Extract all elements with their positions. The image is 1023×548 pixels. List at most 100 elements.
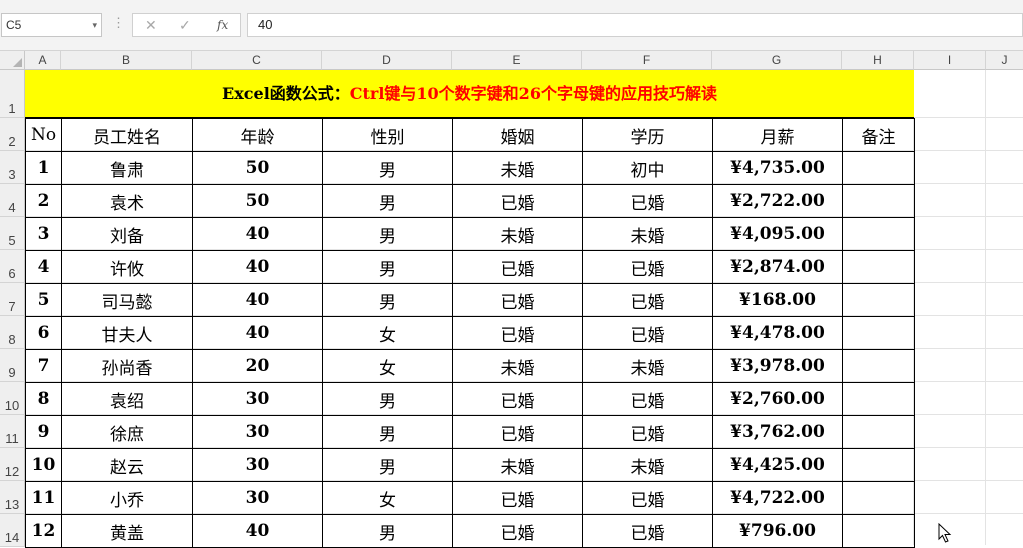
cell-name[interactable]: 刘备 <box>61 217 193 251</box>
cell-gender[interactable]: 女 <box>322 349 453 383</box>
cell-education[interactable]: 已婚 <box>582 283 713 317</box>
cell-no[interactable]: 2 <box>25 184 62 218</box>
cell-name[interactable]: 袁绍 <box>61 382 193 416</box>
row-header-1[interactable]: 1 <box>0 70 25 118</box>
cell-education[interactable]: 已婚 <box>582 481 713 515</box>
cell-marital[interactable]: 已婚 <box>452 283 583 317</box>
cell-marital[interactable]: 已婚 <box>452 514 583 548</box>
cell-remarks[interactable] <box>842 151 915 185</box>
cell-salary[interactable]: ¥4,478.00 <box>712 316 843 350</box>
cell-education[interactable]: 初中 <box>582 151 713 185</box>
cell-marital[interactable]: 已婚 <box>452 415 583 449</box>
row-header-2[interactable]: 2 <box>0 118 25 151</box>
cell-salary[interactable]: ¥4,735.00 <box>712 151 843 185</box>
row-header-4[interactable]: 4 <box>0 184 25 217</box>
cell-name[interactable]: 司马懿 <box>61 283 193 317</box>
cell-marital[interactable]: 已婚 <box>452 184 583 218</box>
cell-salary[interactable]: ¥4,722.00 <box>712 481 843 515</box>
cell-marital[interactable]: 已婚 <box>452 316 583 350</box>
column-header-c[interactable]: C <box>192 51 322 70</box>
cell-no[interactable]: 3 <box>25 217 62 251</box>
header-salary[interactable]: 月薪 <box>712 118 843 152</box>
cell-remarks[interactable] <box>842 349 915 383</box>
cell-age[interactable]: 40 <box>192 283 323 317</box>
cell-remarks[interactable] <box>842 250 915 284</box>
header-education[interactable]: 学历 <box>582 118 713 152</box>
cell-gender[interactable]: 男 <box>322 514 453 548</box>
row-header-5[interactable]: 5 <box>0 217 25 250</box>
header-age[interactable]: 年龄 <box>192 118 323 152</box>
cell-name[interactable]: 黄盖 <box>61 514 193 548</box>
column-header-f[interactable]: F <box>582 51 712 70</box>
cell-age[interactable]: 20 <box>192 349 323 383</box>
select-all-button[interactable] <box>0 51 25 70</box>
cell-education[interactable]: 未婚 <box>582 217 713 251</box>
cell-salary[interactable]: ¥2,760.00 <box>712 382 843 416</box>
cell-name[interactable]: 赵云 <box>61 448 193 482</box>
cell-age[interactable]: 30 <box>192 382 323 416</box>
more-options-icon[interactable]: ⋮ <box>112 15 125 31</box>
cell-remarks[interactable] <box>842 283 915 317</box>
cell-no[interactable]: 9 <box>25 415 62 449</box>
formula-input[interactable]: 40 <box>247 13 1023 37</box>
cell-name[interactable]: 徐庶 <box>61 415 193 449</box>
cell-salary[interactable]: ¥4,095.00 <box>712 217 843 251</box>
cell-remarks[interactable] <box>842 184 915 218</box>
cell-education[interactable]: 已婚 <box>582 514 713 548</box>
chevron-down-icon[interactable]: ▾ <box>92 14 97 36</box>
cell-remarks[interactable] <box>842 448 915 482</box>
row-header-9[interactable]: 9 <box>0 349 25 382</box>
cell-no[interactable]: 1 <box>25 151 62 185</box>
cell-age[interactable]: 40 <box>192 514 323 548</box>
cell-education[interactable]: 已婚 <box>582 250 713 284</box>
column-header-i[interactable]: I <box>914 51 986 70</box>
cell-education[interactable]: 未婚 <box>582 349 713 383</box>
row-header-11[interactable]: 11 <box>0 415 25 448</box>
cell-no[interactable]: 12 <box>25 514 62 548</box>
cell-no[interactable]: 11 <box>25 481 62 515</box>
cell-marital[interactable]: 已婚 <box>452 382 583 416</box>
cell-remarks[interactable] <box>842 415 915 449</box>
cell-salary[interactable]: ¥4,425.00 <box>712 448 843 482</box>
cell-name[interactable]: 小乔 <box>61 481 193 515</box>
sheet-title-cell[interactable]: Excel函数公式：Ctrl键与10个数字键和26个字母键的应用技巧解读 <box>25 70 914 118</box>
cell-salary[interactable]: ¥3,978.00 <box>712 349 843 383</box>
row-header-12[interactable]: 12 <box>0 448 25 481</box>
cell-gender[interactable]: 女 <box>322 316 453 350</box>
cell-remarks[interactable] <box>842 481 915 515</box>
cell-marital[interactable]: 未婚 <box>452 151 583 185</box>
cell-age[interactable]: 30 <box>192 481 323 515</box>
cell-salary[interactable]: ¥2,874.00 <box>712 250 843 284</box>
row-header-10[interactable]: 10 <box>0 382 25 415</box>
cell-education[interactable]: 已婚 <box>582 184 713 218</box>
cell-education[interactable]: 已婚 <box>582 382 713 416</box>
cell-name[interactable]: 甘夫人 <box>61 316 193 350</box>
column-header-d[interactable]: D <box>322 51 452 70</box>
cell-gender[interactable]: 男 <box>322 448 453 482</box>
cell-gender[interactable]: 男 <box>322 151 453 185</box>
header-gender[interactable]: 性别 <box>322 118 453 152</box>
cell-remarks[interactable] <box>842 382 915 416</box>
column-header-e[interactable]: E <box>452 51 582 70</box>
cell-no[interactable]: 10 <box>25 448 62 482</box>
cell-no[interactable]: 7 <box>25 349 62 383</box>
column-header-g[interactable]: G <box>712 51 842 70</box>
cell-name[interactable]: 鲁肃 <box>61 151 193 185</box>
row-header-14[interactable]: 14 <box>0 514 25 547</box>
column-header-h[interactable]: H <box>842 51 914 70</box>
header-name[interactable]: 员工姓名 <box>61 118 193 152</box>
cell-age[interactable]: 40 <box>192 250 323 284</box>
cell-education[interactable]: 未婚 <box>582 448 713 482</box>
row-header-8[interactable]: 8 <box>0 316 25 349</box>
cell-gender[interactable]: 男 <box>322 382 453 416</box>
cell-age[interactable]: 40 <box>192 217 323 251</box>
cell-salary[interactable]: ¥796.00 <box>712 514 843 548</box>
cell-gender[interactable]: 男 <box>322 217 453 251</box>
cell-marital[interactable]: 已婚 <box>452 481 583 515</box>
cell-salary[interactable]: ¥2,722.00 <box>712 184 843 218</box>
cell-age[interactable]: 40 <box>192 316 323 350</box>
cell-remarks[interactable] <box>842 217 915 251</box>
cell-name[interactable]: 孙尚香 <box>61 349 193 383</box>
cell-age[interactable]: 50 <box>192 184 323 218</box>
cell-name[interactable]: 袁术 <box>61 184 193 218</box>
